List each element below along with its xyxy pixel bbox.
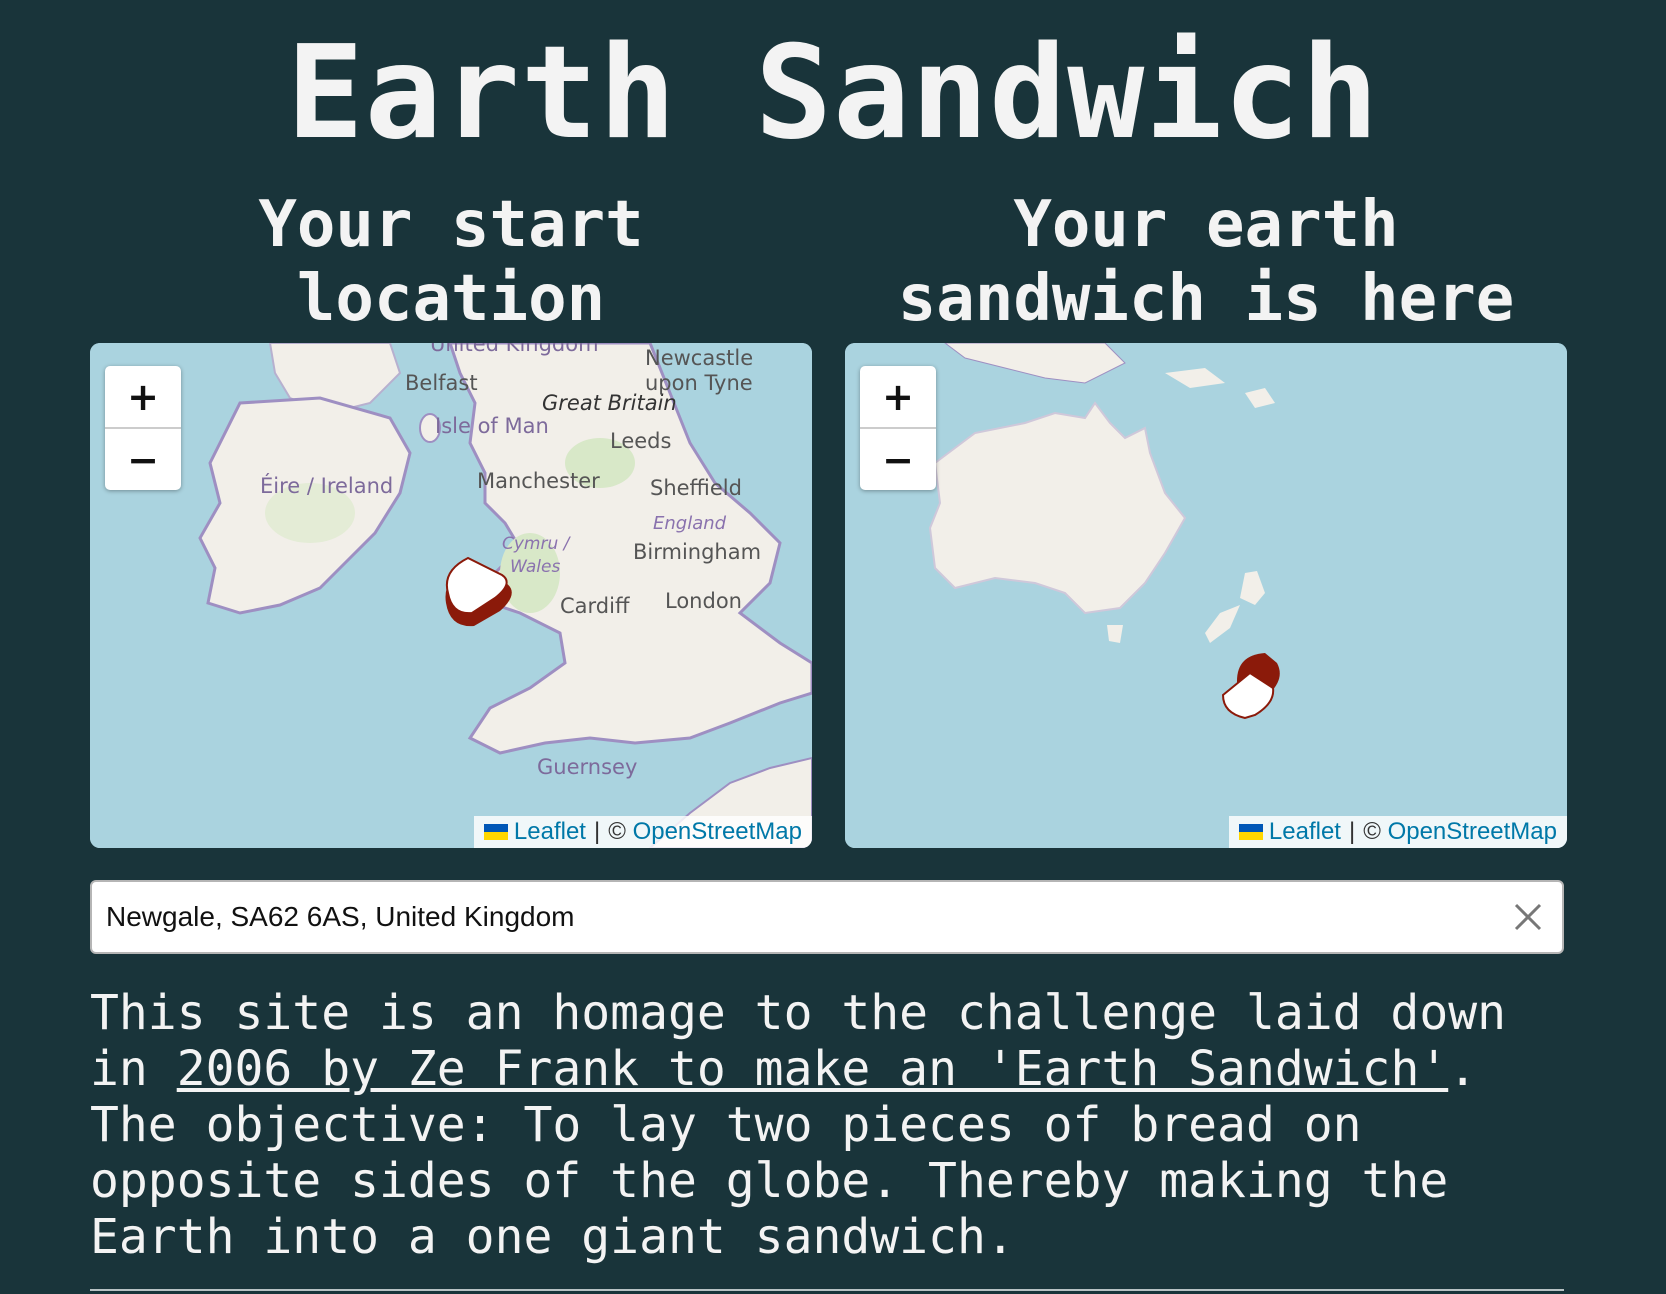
label-isle-of-man: Isle of Man: [435, 414, 549, 438]
start-map[interactable]: United Kingdom Newcastle upon Tyne Belfa…: [90, 343, 812, 848]
ze-frank-link[interactable]: 2006 by Ze Frank to make an 'Earth Sandw…: [177, 1041, 1449, 1097]
antipode-map[interactable]: + − Leaflet | © OpenStreetMap: [845, 343, 1567, 848]
antipode-map-heading-line2: sandwich is here: [897, 262, 1515, 336]
label-cardiff: Cardiff: [560, 594, 630, 618]
ukraine-flag-icon: [1238, 824, 1263, 840]
intro-paragraph: This site is an homage to the challenge …: [90, 985, 1570, 1265]
zoom-in-button[interactable]: +: [105, 366, 181, 427]
divider: [90, 1289, 1564, 1291]
openstreetmap-link[interactable]: OpenStreetMap: [633, 816, 802, 848]
antipode-map-heading: Your earth sandwich is here: [845, 188, 1567, 336]
label-united-kingdom: United Kingdom: [430, 343, 599, 356]
label-london: London: [665, 589, 742, 613]
label-birmingham: Birmingham: [633, 540, 761, 564]
leaflet-link[interactable]: Leaflet: [514, 816, 586, 848]
copyright-symbol: ©: [608, 818, 626, 845]
label-newcastle-1: Newcastle: [645, 346, 753, 370]
close-icon[interactable]: [1508, 897, 1548, 937]
attribution-separator: |: [593, 818, 601, 845]
label-manchester: Manchester: [477, 469, 600, 493]
zoom-in-button[interactable]: +: [860, 366, 936, 427]
start-map-zoom-control: + −: [105, 366, 181, 490]
attribution-separator: |: [1348, 818, 1356, 845]
label-wales-1: Cymru /: [502, 534, 572, 554]
antipode-map-attribution: Leaflet | © OpenStreetMap: [1228, 816, 1567, 848]
openstreetmap-link[interactable]: OpenStreetMap: [1388, 816, 1557, 848]
sea: [845, 343, 1567, 848]
leaflet-link[interactable]: Leaflet: [1269, 816, 1341, 848]
label-leeds: Leeds: [610, 429, 671, 453]
location-search-box: [90, 880, 1564, 954]
label-england: England: [653, 513, 727, 534]
start-map-tiles: United Kingdom Newcastle upon Tyne Belfa…: [90, 343, 812, 848]
location-search-input[interactable]: [106, 882, 1446, 952]
start-map-heading: Your start location: [90, 188, 812, 336]
start-map-heading-line2: location: [296, 262, 606, 336]
start-map-heading-line1: Your start: [258, 188, 644, 262]
label-ireland: Éire / Ireland: [260, 473, 393, 498]
copyright-symbol: ©: [1363, 818, 1381, 845]
antipode-map-zoom-control: + −: [860, 366, 936, 490]
page: Earth Sandwich Your start location Your …: [0, 0, 1666, 1294]
label-guernsey: Guernsey: [537, 755, 637, 779]
antipode-map-tiles: [845, 343, 1567, 848]
label-wales-2: Wales: [510, 557, 560, 577]
ukraine-flag-icon: [483, 824, 508, 840]
zoom-out-button[interactable]: −: [860, 427, 936, 490]
label-belfast: Belfast: [405, 371, 478, 395]
start-map-attribution: Leaflet | © OpenStreetMap: [473, 816, 812, 848]
label-sheffield: Sheffield: [650, 476, 742, 500]
page-title: Earth Sandwich: [286, 19, 1380, 168]
label-great-britain: Great Britain: [542, 391, 677, 415]
zoom-out-button[interactable]: −: [105, 427, 181, 490]
antipode-map-heading-line1: Your earth: [1013, 188, 1399, 262]
